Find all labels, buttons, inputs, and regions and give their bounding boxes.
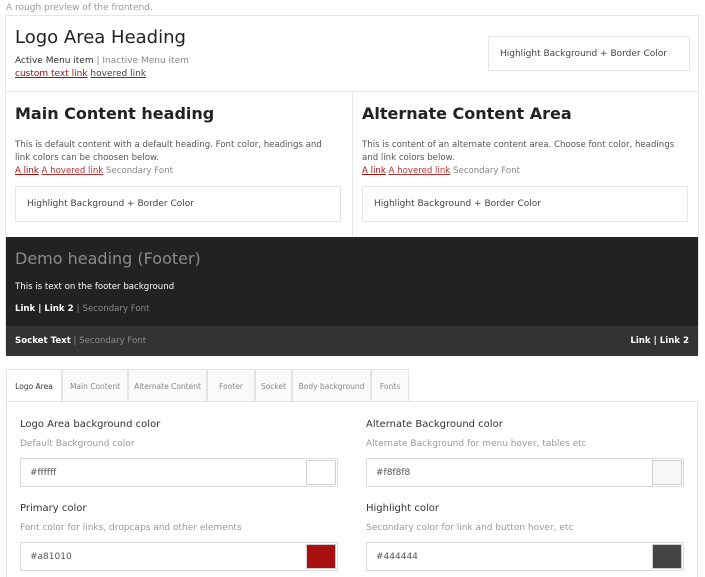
alternate-link[interactable]: A link: [362, 166, 386, 176]
logo-bg-color-value: #ffffff: [30, 468, 57, 478]
tab-fonts[interactable]: Fonts: [371, 369, 409, 402]
tab-body-background[interactable]: Body background: [292, 369, 371, 402]
preview-caption: A rough preview of the frontend.: [6, 3, 153, 13]
footer-preview: Demo heading (Footer) This is text on th…: [6, 237, 698, 326]
active-menu-item[interactable]: Active Menu item: [15, 56, 94, 66]
footer-link-1[interactable]: Link: [15, 304, 35, 314]
alternate-bg-color-swatch[interactable]: [652, 460, 682, 485]
highlight-color-swatch[interactable]: [652, 544, 682, 569]
highlight-color-value: #444444: [376, 552, 418, 562]
main-hovered-link[interactable]: A hovered link: [42, 166, 104, 176]
frontend-preview: Logo Area Heading Active Menu item | Ina…: [5, 15, 699, 356]
footer-secondary-font: Secondary Font: [82, 304, 150, 314]
main-secondary-font: Secondary Font: [106, 166, 173, 176]
logo-highlight-box: Highlight Background + Border Color: [488, 36, 690, 71]
logo-links: custom text link hovered link: [15, 69, 146, 79]
alternate-secondary-font: Secondary Font: [453, 166, 520, 176]
socket-text: Socket Text: [15, 336, 71, 346]
primary-color-swatch[interactable]: [306, 544, 336, 569]
logo-bg-color-input[interactable]: #ffffff: [20, 458, 338, 487]
alternate-bg-color-input[interactable]: #f8f8f8: [366, 458, 684, 487]
tab-alternate-content[interactable]: Alternate Content: [128, 369, 207, 402]
menu-line: Active Menu item | Inactive Menu item: [15, 56, 189, 66]
main-content-heading: Main Content heading: [15, 104, 215, 123]
inactive-menu-item[interactable]: Inactive Menu item: [102, 56, 188, 66]
logo-area-heading: Logo Area Heading: [15, 27, 186, 48]
footer-link-2[interactable]: Link 2: [44, 304, 73, 314]
field-desc-primary-color: Font color for links, dropcaps and other…: [20, 523, 242, 533]
tab-main-content[interactable]: Main Content: [62, 369, 128, 402]
footer-heading: Demo heading (Footer): [15, 249, 201, 268]
tab-footer[interactable]: Footer: [207, 369, 255, 402]
tab-logo-area[interactable]: Logo Area: [6, 369, 62, 403]
primary-color-input[interactable]: #a81010: [20, 542, 338, 571]
socket-preview: Socket Text | Secondary Font Link | Link…: [6, 326, 698, 356]
field-title-highlight-color: Highlight color: [366, 503, 439, 514]
footer-links: Link | Link 2 | Secondary Font: [15, 304, 150, 314]
field-title-alternate-bg: Alternate Background color: [366, 419, 503, 430]
main-link[interactable]: A link: [15, 166, 39, 176]
custom-text-link[interactable]: custom text link: [15, 69, 88, 79]
main-highlight-box: Highlight Background + Border Color: [15, 186, 341, 222]
hovered-link[interactable]: hovered link: [90, 69, 146, 79]
main-content-text: This is default content with a default h…: [15, 140, 322, 163]
alternate-hovered-link[interactable]: A hovered link: [389, 166, 451, 176]
field-desc-highlight-color: Secondary color for link and button hove…: [366, 523, 574, 533]
alternate-content-heading: Alternate Content Area: [362, 104, 572, 123]
footer-separator: |: [76, 304, 80, 314]
alternate-content-text: This is content of an alternate content …: [362, 140, 675, 163]
field-desc-logo-bg: Default Background color: [20, 439, 135, 449]
socket-separator: |: [70, 336, 80, 346]
primary-color-value: #a81010: [30, 552, 72, 562]
alternate-highlight-box: Highlight Background + Border Color: [362, 186, 688, 222]
socket-links[interactable]: Link | Link 2: [630, 336, 689, 346]
alternate-content-links: A link A hovered link Secondary Font: [362, 166, 520, 176]
socket-left: Socket Text | Secondary Font: [15, 336, 146, 346]
main-content-links: A link A hovered link Secondary Font: [15, 166, 173, 176]
logo-area-preview: Logo Area Heading Active Menu item | Ina…: [6, 16, 698, 92]
alternate-bg-color-value: #f8f8f8: [376, 468, 411, 478]
field-title-primary-color: Primary color: [20, 503, 87, 514]
field-desc-alternate-bg: Alternate Background for menu hover, tab…: [366, 439, 587, 449]
settings-panel: Logo Area background color Default Backg…: [6, 401, 698, 577]
socket-secondary-font: Secondary Font: [79, 336, 147, 346]
highlight-color-input[interactable]: #444444: [366, 542, 684, 571]
menu-separator: |: [96, 56, 100, 66]
tab-socket[interactable]: Socket: [255, 369, 292, 402]
footer-text: This is text on the footer background: [15, 282, 175, 292]
field-title-logo-bg: Logo Area background color: [20, 419, 161, 430]
logo-bg-color-swatch[interactable]: [306, 460, 336, 485]
